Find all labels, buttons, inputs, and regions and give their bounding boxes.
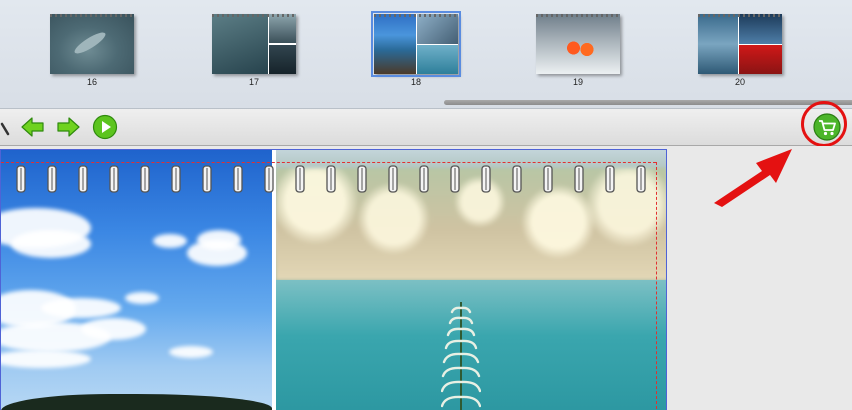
binding-ring [543, 165, 553, 193]
binding-ring [47, 165, 57, 193]
binding-ring [109, 165, 119, 193]
binding-ring [16, 165, 26, 193]
binding-ring [450, 165, 460, 193]
page-number-label: 18 [410, 77, 421, 87]
play-icon[interactable] [92, 114, 118, 140]
calendar-page[interactable] [0, 149, 667, 410]
binding-ring [233, 165, 243, 193]
page-number-label: 16 [86, 77, 97, 87]
binding-ring [295, 165, 305, 193]
binding-ring [636, 165, 646, 193]
toolbar [0, 109, 852, 146]
page-thumbnail-18[interactable] [371, 11, 461, 77]
binding-ring [419, 165, 429, 193]
page-thumbnail-16[interactable] [50, 14, 134, 74]
page-thumbnail-20[interactable] [698, 14, 782, 74]
page-number-label: 20 [734, 77, 745, 87]
bleed-guide [656, 162, 657, 410]
binding-ring [78, 165, 88, 193]
binding-ring [171, 165, 181, 193]
arrow-right-icon[interactable] [55, 114, 81, 140]
binding-ring [140, 165, 150, 193]
binding-ring [388, 165, 398, 193]
binding-ring [481, 165, 491, 193]
page-thumbnail-strip: 16 17 18 19 20 [0, 0, 852, 109]
zoom-icon[interactable] [0, 114, 20, 140]
page-number-label: 17 [248, 77, 259, 87]
binding-ring [574, 165, 584, 193]
binding-ring [357, 165, 367, 193]
bleed-guide [1, 162, 656, 163]
cart-highlight-circle [801, 101, 847, 147]
arrow-left-icon[interactable] [20, 114, 46, 140]
annotation-arrow [714, 149, 792, 207]
binding-ring [512, 165, 522, 193]
page-number-label: 19 [572, 77, 583, 87]
page-thumbnail-17[interactable] [212, 14, 296, 74]
page-thumbnail-19[interactable] [536, 14, 620, 74]
binding-ring [264, 165, 274, 193]
binding-ring [605, 165, 615, 193]
binding-ring [202, 165, 212, 193]
binding-ring [326, 165, 336, 193]
thumbnail-scrollbar[interactable] [444, 100, 852, 105]
spiral-binding [16, 165, 646, 193]
